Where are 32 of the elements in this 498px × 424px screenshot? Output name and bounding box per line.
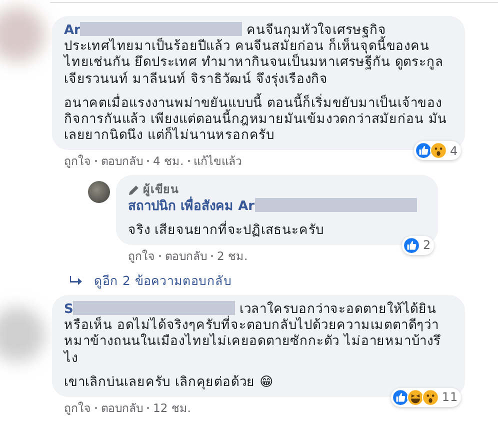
- avatar[interactable]: [88, 181, 110, 204]
- author-name[interactable]: Ar: [64, 23, 80, 38]
- comment-text: เขาเลิกบ่นเลยครับ เลิกคุยต่อด้วย 😁: [64, 374, 275, 392]
- comment-text: จริง เสียจนยากที่จะปฏิเสธนะครับ: [128, 222, 326, 240]
- reply-link[interactable]: ตอบกลับ: [165, 247, 207, 266]
- like-link[interactable]: ถูกใจ: [64, 152, 91, 170]
- comment-text: S เวลาใครบอกว่าจะอดตายให้ได้ยินหรือเห็น อดไม่ได้จริงๆครับที่จะตอบกลับไปด้วยความเมตตาดีๆว่า หมาข้างถนนในเมืองไทยไม่เคยอดตายซักกะตัว ไม่อายหมาบ้างรึไง: [64, 301, 442, 367]
- thumbs-up-icon: [392, 389, 409, 406]
- tagged-name[interactable]: Ar: [238, 198, 255, 214]
- reaction-count[interactable]: 4: [414, 141, 461, 160]
- like-link[interactable]: ถูกใจ: [64, 399, 91, 418]
- reply-link[interactable]: ตอบกลับ: [101, 152, 143, 170]
- surprised-face-icon: [430, 142, 447, 160]
- reply-link[interactable]: ตอบกลับ: [101, 399, 143, 418]
- reply-arrow-icon: [70, 276, 82, 286]
- pencil-icon: [128, 184, 140, 196]
- reaction-count[interactable]: 11: [390, 388, 461, 408]
- reaction-count[interactable]: 2: [402, 236, 434, 256]
- timestamp: 12 ชม.: [153, 400, 191, 418]
- thumbs-up-icon: [414, 142, 432, 160]
- surprised-face-icon: [422, 389, 439, 406]
- like-link[interactable]: ถูกใจ: [128, 247, 155, 266]
- timestamp: 2 ชม.: [217, 248, 248, 266]
- edited-label: แก้ไขแล้ว: [194, 153, 242, 170]
- thumbs-up-icon: [402, 237, 420, 254]
- author-name[interactable]: สถาปนิก เพื่อสังคม: [128, 198, 234, 214]
- more-replies-link[interactable]: ดูอีก 2 ข้อความตอบกลับ: [94, 271, 232, 290]
- laughing-face-icon: [406, 389, 424, 406]
- author-name[interactable]: S: [64, 302, 74, 318]
- author-label: ผู้เขียน: [143, 181, 179, 198]
- comment-text: Ar คนจีนกุมหัวใจเศรษฐกิจประเทศไทยมาเป็นร้อยปีแล้ว คนจีนสมัยก่อน ก็เห็นจุดนี้ของคนไทยเช่นกัน ยึดประเทศ ทำมาหากินจนเป็นมหาเศรษฐีกัน ดูตระกูลเจียรวนนท์ มาลีนนท์ จิราธิวัฒน์ จึงรุ่งเรืองกิจ: [64, 22, 444, 88]
- timestamp: 4 ชม.: [153, 153, 184, 170]
